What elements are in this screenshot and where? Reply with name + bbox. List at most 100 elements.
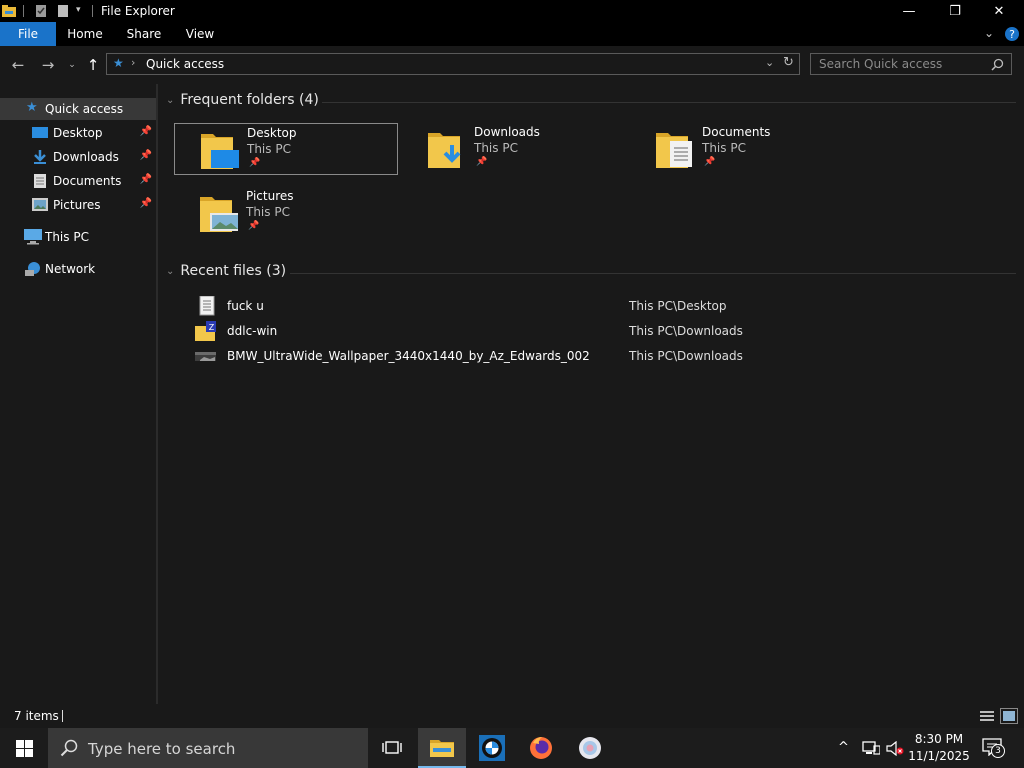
customize-qat-icon[interactable]: ▾: [76, 5, 81, 15]
arrow-up-icon: ↑: [86, 56, 100, 74]
system-clock[interactable]: 8:30 PM 11/1/2025: [908, 731, 970, 765]
details-view-icon[interactable]: [979, 709, 995, 723]
tab-share[interactable]: Share: [118, 22, 170, 46]
file-path: This PC\Downloads: [629, 324, 743, 338]
folder-name: Documents: [702, 125, 771, 139]
download-icon: [34, 150, 46, 164]
sidebar-item-label: Network: [45, 262, 96, 276]
sidebar-item-desktop[interactable]: Desktop 📌: [0, 122, 156, 144]
folder-tile-downloads[interactable]: Downloads This PC 📌: [402, 123, 626, 175]
tab-file[interactable]: File: [0, 22, 56, 46]
pin-icon: 📌: [139, 150, 152, 161]
documents-icon: [34, 174, 46, 188]
clock-date: 11/1/2025: [908, 749, 970, 763]
group-divider: [290, 273, 1016, 274]
list-item[interactable]: Z ddlc-win This PC\Downloads: [190, 319, 1010, 343]
bmw-logo-icon: [479, 735, 505, 761]
sidebar-item-pictures[interactable]: Pictures 📌: [0, 194, 156, 216]
help-icon[interactable]: ?: [1004, 26, 1020, 42]
sidebar-item-label: Desktop: [53, 126, 103, 140]
desktop-folder-icon: [201, 134, 239, 169]
star-icon: ★: [26, 100, 38, 115]
up-button[interactable]: ↑: [83, 55, 103, 75]
expand-ribbon-icon[interactable]: ⌄: [984, 26, 994, 40]
volume-muted-icon[interactable]: [886, 741, 904, 756]
folder-tile-pictures[interactable]: Pictures This PC 📌: [174, 187, 398, 239]
chevron-right-icon[interactable]: ›: [131, 56, 135, 69]
taskbar-app[interactable]: [566, 728, 614, 768]
firefox-icon: [530, 737, 552, 759]
image-file-icon: [195, 352, 216, 361]
refresh-icon[interactable]: ↻: [783, 55, 794, 70]
file-name: ddlc-win: [227, 324, 278, 338]
pin-icon: 📌: [476, 157, 488, 167]
status-divider: [62, 710, 63, 722]
pane-divider[interactable]: [156, 84, 158, 704]
folder-name: Desktop: [247, 126, 297, 140]
status-bar: 7 items: [0, 704, 1024, 728]
folder-location: This PC: [246, 205, 290, 219]
search-input[interactable]: [817, 56, 987, 72]
back-button[interactable]: ←: [8, 55, 28, 75]
address-bar[interactable]: ★ › Quick access ⌄ ↻: [106, 53, 800, 75]
taskbar-bmw-app[interactable]: [468, 728, 516, 768]
close-icon: ✕: [993, 3, 1005, 19]
group-header-recent[interactable]: ⌄ Recent files (3): [166, 263, 286, 279]
sidebar-item-label: Documents: [53, 174, 122, 188]
sidebar-item-this-pc[interactable]: This PC: [0, 226, 156, 248]
file-name: BMW_UltraWide_Wallpaper_3440x1440_by_Az_…: [227, 349, 590, 363]
file-explorer-icon: [430, 740, 454, 757]
arrow-right-icon: →: [41, 56, 55, 74]
sidebar-item-quick-access[interactable]: ★ Quick access: [0, 98, 156, 120]
group-divider: [322, 102, 1016, 103]
notification-count-badge: 3: [991, 744, 1005, 758]
taskbar-search-box[interactable]: Type here to search: [48, 728, 368, 768]
search-box[interactable]: [810, 53, 1012, 75]
tab-home[interactable]: Home: [58, 22, 112, 46]
pin-icon: 📌: [139, 126, 152, 137]
task-view-button[interactable]: [368, 728, 416, 768]
forward-button[interactable]: →: [38, 55, 58, 75]
file-name: fuck u: [227, 299, 264, 313]
pin-icon: 📌: [139, 174, 152, 185]
file-path: This PC\Downloads: [629, 349, 743, 363]
list-item[interactable]: fuck u This PC\Desktop: [190, 294, 1010, 318]
title-bar: ▾ File Explorer — ❐ ✕: [0, 0, 1024, 22]
clock-time: 8:30 PM: [914, 732, 964, 746]
action-center-button[interactable]: 3: [982, 738, 1008, 760]
minimize-button[interactable]: —: [886, 0, 932, 22]
tab-view[interactable]: View: [176, 22, 224, 46]
taskbar-file-explorer[interactable]: [418, 728, 466, 768]
recent-locations-button[interactable]: ⌄: [62, 55, 82, 75]
text-file-icon: [199, 296, 215, 316]
pin-icon: 📌: [704, 157, 716, 167]
arrow-left-icon: ←: [11, 56, 25, 74]
folder-tile-documents[interactable]: Documents This PC 📌: [630, 123, 854, 175]
restore-icon: ❐: [949, 3, 961, 19]
downloads-folder-icon: [428, 133, 461, 168]
documents-folder-icon: [656, 133, 692, 168]
close-button[interactable]: ✕: [976, 0, 1022, 22]
large-icons-view-icon[interactable]: [1000, 708, 1018, 724]
sidebar-item-downloads[interactable]: Downloads 📌: [0, 146, 156, 168]
windows-start-icon[interactable]: [16, 740, 33, 757]
properties-icon[interactable]: [34, 4, 48, 18]
list-item[interactable]: BMW_UltraWide_Wallpaper_3440x1440_by_Az_…: [190, 344, 1010, 368]
folder-tile-desktop[interactable]: Desktop This PC 📌: [174, 123, 398, 175]
show-hidden-icons-button[interactable]: ^: [838, 740, 849, 755]
search-icon[interactable]: [991, 58, 1004, 71]
breadcrumb[interactable]: Quick access: [146, 57, 224, 71]
chevron-down-icon[interactable]: ⌄: [765, 56, 774, 69]
file-path: This PC\Desktop: [629, 299, 727, 313]
new-folder-icon[interactable]: [56, 4, 70, 18]
group-header-label: Frequent folders (4): [180, 92, 319, 108]
sidebar-item-documents[interactable]: Documents 📌: [0, 170, 156, 192]
file-explorer-icon[interactable]: [1, 4, 17, 18]
group-header-frequent[interactable]: ⌄ Frequent folders (4): [166, 92, 319, 108]
taskbar-firefox[interactable]: [517, 728, 565, 768]
sidebar-item-label: This PC: [45, 230, 89, 244]
maximize-button[interactable]: ❐: [932, 0, 978, 22]
sidebar-item-network[interactable]: Network: [0, 258, 156, 280]
network-status-icon[interactable]: [862, 741, 880, 756]
zip-folder-icon: Z: [195, 321, 216, 341]
